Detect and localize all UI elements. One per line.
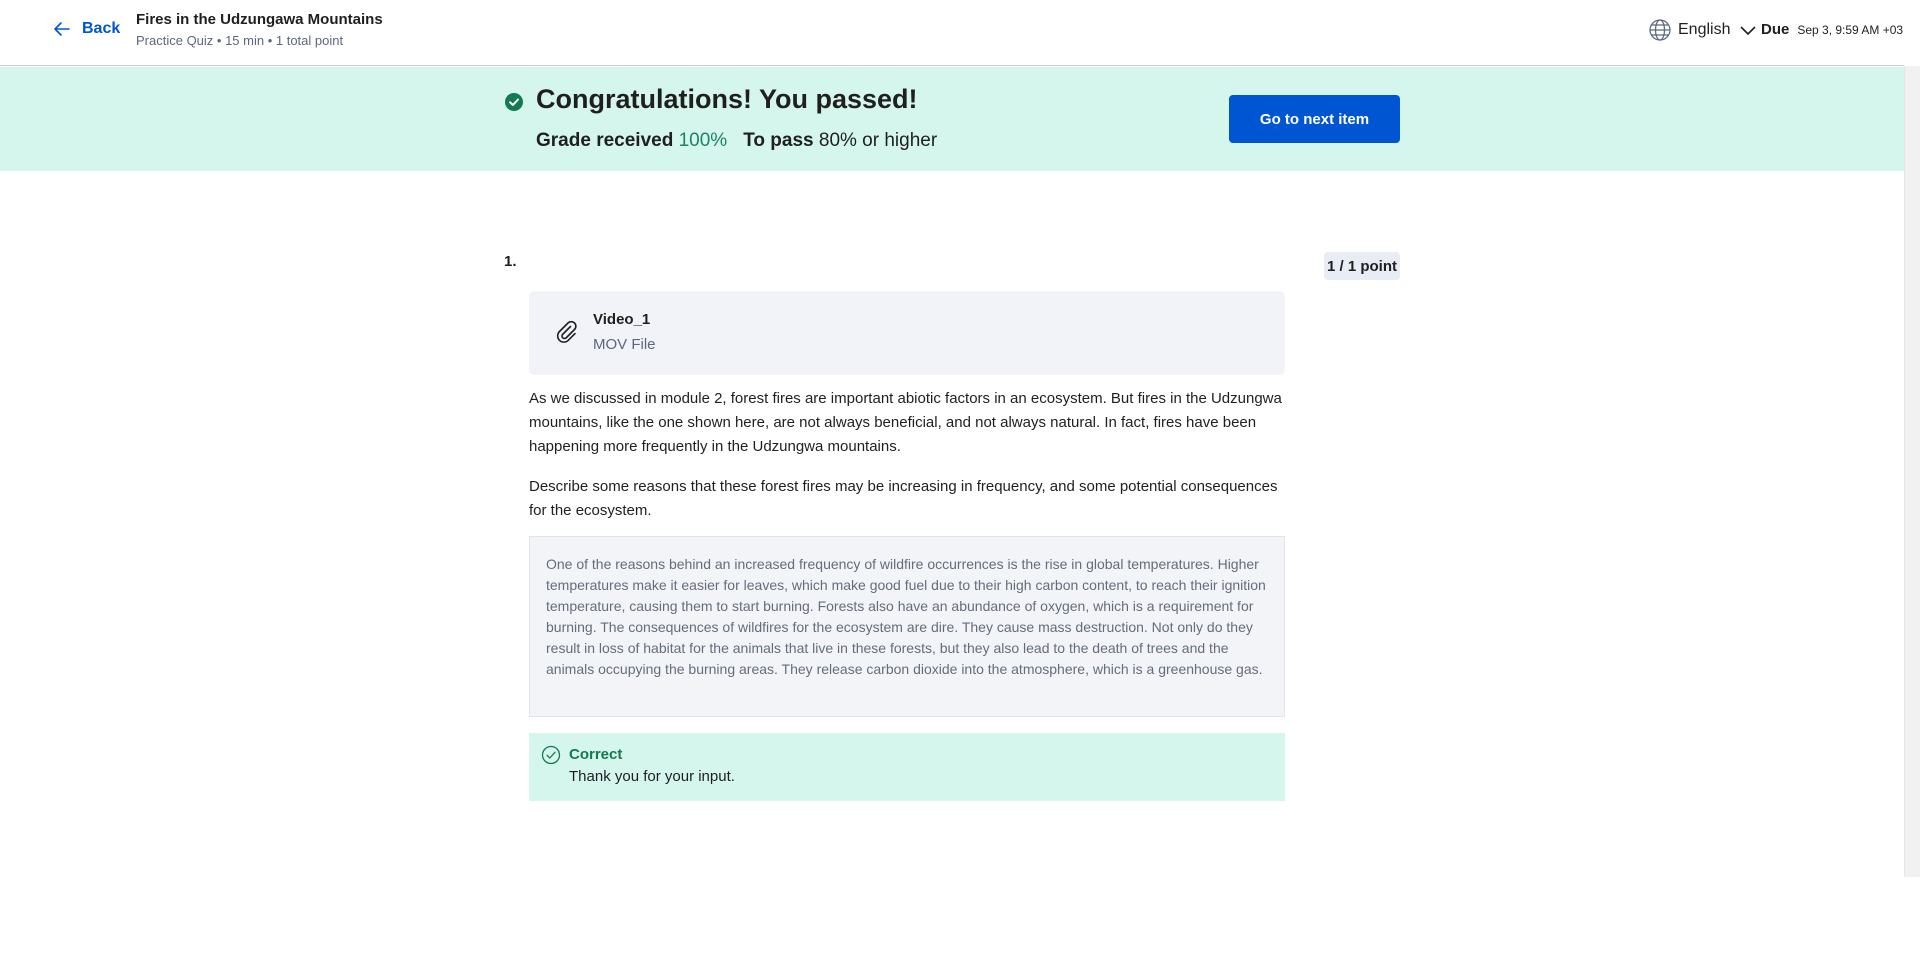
passed-heading: Congratulations! You passed! [536, 84, 918, 114]
prompt-paragraph: As we discussed in module 2, forest fire… [529, 390, 1282, 455]
page-subtitle: Practice Quiz • 15 min • 1 total point [136, 33, 344, 48]
points-badge: 1 / 1 point [1324, 252, 1400, 280]
question-number: 1. [504, 253, 517, 270]
attachment-type: MOV File [593, 336, 656, 353]
paperclip-icon [556, 320, 577, 343]
feedback-message: Thank you for your input. [569, 768, 735, 785]
back-button[interactable]: Back [52, 19, 120, 39]
attachment-name: Video_1 [593, 311, 651, 328]
question-prompt: As we discussed in module 2, forest fire… [529, 387, 1289, 523]
check-circle-icon [505, 93, 523, 111]
language-selector[interactable]: English [1648, 18, 1760, 42]
globe-icon [1649, 19, 1671, 41]
grade-label: Grade received [536, 130, 674, 151]
due-date: Sep 3, 9:59 AM +03 [1797, 23, 1904, 37]
pass-value: 80% or higher [818, 130, 938, 151]
arrow-left-icon [54, 22, 70, 36]
due-label: Due [1761, 21, 1790, 38]
check-circle-outline-icon [541, 745, 561, 765]
attachment-card[interactable]: Video_1 MOV File [529, 291, 1285, 375]
submitted-answer: One of the reasons behind an increased f… [529, 536, 1285, 717]
grade-summary: Grade received 100% To pass 80% or highe… [536, 130, 937, 152]
feedback-correct: Correct Thank you for your input. [529, 733, 1285, 801]
page-scrollbar[interactable] [1904, 66, 1920, 877]
pass-label: To pass [743, 130, 814, 151]
page-title: Fires in the Udzungawa Mountains [136, 11, 383, 28]
back-label: Back [82, 20, 121, 37]
grade-value: 100% [678, 130, 728, 151]
due-date-block: Due Sep 3, 9:59 AM +03 [1761, 21, 1903, 38]
prompt-paragraph: Describe some reasons that these forest … [529, 478, 1278, 519]
go-to-next-item-button[interactable]: Go to next item [1229, 95, 1400, 143]
passed-banner: Congratulations! You passed! Grade recei… [0, 67, 1904, 171]
item-title-block: Fires in the Udzungawa Mountains Practic… [136, 11, 383, 48]
chevron-down-icon [1740, 26, 1757, 36]
feedback-status: Correct [569, 746, 623, 763]
language-label: English [1678, 21, 1731, 38]
top-header: Back Fires in the Udzungawa Mountains Pr… [0, 0, 1904, 66]
